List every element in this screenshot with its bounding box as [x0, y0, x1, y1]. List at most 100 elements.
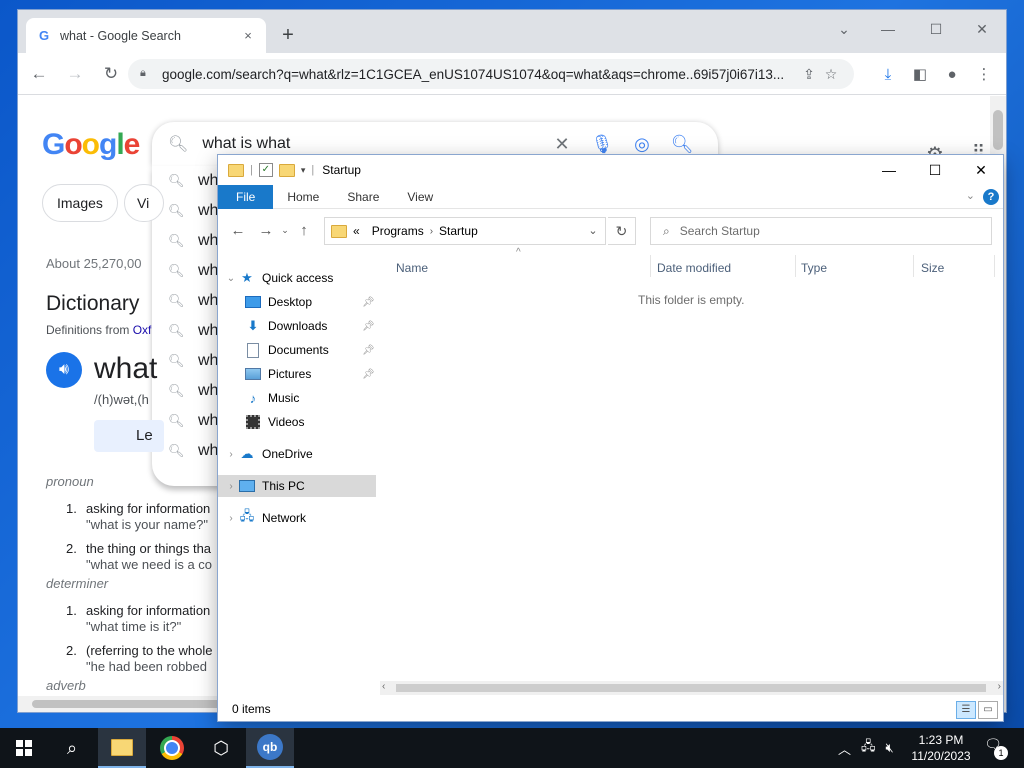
- share-icon[interactable]: ⇪: [798, 66, 820, 83]
- nav-music[interactable]: ♪ Music: [218, 387, 376, 409]
- nav-onedrive[interactable]: › ☁ OneDrive: [218, 443, 376, 465]
- explorer-search-box[interactable]: ⌕: [650, 217, 992, 245]
- ribbon-tab-share[interactable]: Share: [333, 185, 393, 209]
- taskbar-search-icon[interactable]: ⌕: [48, 728, 96, 768]
- back-button[interactable]: ←: [24, 59, 54, 89]
- google-logo[interactable]: Google: [42, 128, 140, 162]
- taskbar-cube-app-icon[interactable]: ⬡: [197, 728, 245, 768]
- explorer-minimize-button[interactable]: —: [866, 155, 912, 185]
- address-bar[interactable]: 🔒︎ google.com/search?q=what&rlz=1C1GCEA_…: [128, 59, 854, 89]
- breadcrumb-separator-icon[interactable]: ›: [430, 226, 433, 237]
- folder-icon: [331, 224, 347, 238]
- properties-check-icon[interactable]: ✓: [258, 163, 273, 177]
- up-button[interactable]: ↑: [292, 222, 316, 239]
- nav-network[interactable]: › 🖧︎ Network: [218, 507, 376, 529]
- bookmark-star-icon[interactable]: ☆: [820, 66, 842, 83]
- notification-center-icon[interactable]: 🗨︎ 1: [982, 736, 1008, 760]
- taskbar-clock[interactable]: 1:23 PM 11/20/2023: [904, 732, 978, 764]
- explorer-close-button[interactable]: ✕: [958, 155, 1003, 185]
- dictionary-heading: Dictionary: [46, 292, 140, 315]
- side-panel-icon[interactable]: ◧: [906, 61, 934, 89]
- expand-chevron-icon[interactable]: ›: [224, 513, 238, 524]
- nav-desktop[interactable]: Desktop 📌︎: [218, 291, 376, 313]
- chrome-tab[interactable]: G what - Google Search ×: [26, 18, 266, 53]
- pronounce-speaker-icon[interactable]: 🔊︎: [46, 352, 82, 388]
- taskbar-qbittorrent[interactable]: qb: [246, 728, 294, 768]
- star-icon: ★: [241, 270, 253, 285]
- ribbon-tab-view[interactable]: View: [393, 185, 447, 209]
- chrome-menu-icon[interactable]: ⋮: [970, 61, 998, 89]
- learn-to-pronounce-button[interactable]: Le: [94, 420, 164, 452]
- explorer-horizontal-scrollbar[interactable]: ‹ ›: [380, 681, 1003, 695]
- taskbar-file-explorer[interactable]: [98, 728, 146, 768]
- new-tab-button[interactable]: +: [276, 24, 300, 48]
- expand-ribbon-icon[interactable]: ⌄: [966, 189, 975, 202]
- collapse-chevron-icon[interactable]: ⌄: [224, 273, 238, 284]
- ribbon-tab-home[interactable]: Home: [273, 185, 333, 209]
- chrome-close-button[interactable]: ✕: [962, 16, 1002, 42]
- lens-camera-icon[interactable]: ◎: [622, 134, 662, 155]
- tab-close-icon[interactable]: ×: [240, 28, 256, 44]
- help-icon[interactable]: ?: [983, 189, 999, 205]
- customize-qat-dropdown-icon[interactable]: ▾: [301, 165, 306, 176]
- column-header-name[interactable]: Name: [396, 255, 650, 281]
- expand-chevron-icon[interactable]: ›: [224, 481, 238, 492]
- explorer-maximize-button[interactable]: ☐: [912, 155, 958, 185]
- chrome-tab-bar: G what - Google Search × + ⌄ — ☐ ✕: [18, 10, 1006, 53]
- explorer-address-bar[interactable]: « Programs › Startup: [324, 217, 606, 245]
- tab-search-chevron-icon[interactable]: ⌄: [824, 16, 864, 42]
- taskbar-chrome[interactable]: [148, 728, 196, 768]
- breadcrumb-programs[interactable]: Programs: [372, 224, 424, 238]
- column-header-date-modified[interactable]: Date modified: [657, 255, 795, 281]
- voice-search-icon[interactable]: 🎙︎: [582, 134, 622, 155]
- search-query-text[interactable]: what is what: [202, 135, 542, 153]
- tab-title: what - Google Search: [60, 28, 181, 43]
- nav-videos[interactable]: Videos: [218, 411, 376, 433]
- downloads-icon[interactable]: ⤓: [874, 61, 902, 89]
- scroll-right-icon[interactable]: ›: [998, 681, 1001, 692]
- breadcrumb-overflow[interactable]: «: [353, 224, 360, 238]
- chrome-minimize-button[interactable]: —: [868, 16, 908, 42]
- pin-icon: 📌︎: [362, 368, 375, 380]
- cloud-icon: ☁: [240, 446, 254, 461]
- nav-this-pc[interactable]: › This PC: [218, 475, 376, 497]
- nav-pictures[interactable]: Pictures 📌︎: [218, 363, 376, 385]
- forward-button[interactable]: →: [60, 59, 90, 89]
- explorer-forward-button[interactable]: →: [254, 222, 278, 239]
- refresh-button[interactable]: ↻: [608, 217, 636, 245]
- chrome-toolbar: ← → ↻ 🔒︎ google.com/search?q=what&rlz=1C…: [18, 53, 1006, 95]
- clear-search-icon[interactable]: ✕: [542, 134, 582, 155]
- explorer-search-input[interactable]: [679, 224, 960, 238]
- chrome-maximize-button[interactable]: ☐: [916, 16, 956, 42]
- filter-chip-videos[interactable]: Vi: [124, 184, 164, 222]
- quick-access-toolbar: | ✓ ▾ |: [228, 163, 314, 177]
- column-header-type[interactable]: Type: [801, 255, 913, 281]
- dictionary-word: what: [94, 352, 158, 385]
- volume-muted-icon[interactable]: 🔇︎: [886, 740, 894, 756]
- search-submit-icon[interactable]: 🔍︎: [662, 134, 702, 155]
- oxford-link[interactable]: Oxf: [133, 323, 152, 337]
- filter-chip-images[interactable]: Images: [42, 184, 118, 222]
- new-folder-icon[interactable]: [278, 163, 295, 177]
- search-icon: 🔍︎: [168, 136, 189, 153]
- show-hidden-icons-chevron-icon[interactable]: ︿: [838, 739, 851, 758]
- profile-avatar-icon[interactable]: ●: [938, 61, 966, 89]
- nav-documents[interactable]: Documents 📌︎: [218, 339, 376, 361]
- address-dropdown-icon[interactable]: ⌄: [582, 217, 604, 245]
- explorer-back-button[interactable]: ←: [226, 222, 250, 239]
- reload-button[interactable]: ↻: [96, 59, 126, 89]
- scroll-left-icon[interactable]: ‹: [382, 681, 385, 692]
- folder-icon: [228, 163, 244, 177]
- start-button[interactable]: [0, 728, 48, 768]
- network-status-icon[interactable]: 🖧︎: [861, 737, 876, 759]
- nav-downloads[interactable]: ⬇ Downloads 📌︎: [218, 315, 376, 337]
- file-explorer-icon: [111, 738, 133, 756]
- expand-chevron-icon[interactable]: ›: [224, 449, 238, 460]
- large-icons-view-icon[interactable]: ▭: [978, 701, 998, 719]
- details-view-icon[interactable]: ☰: [956, 701, 976, 719]
- recent-locations-icon[interactable]: ⌄: [278, 225, 292, 236]
- breadcrumb-startup[interactable]: Startup: [439, 224, 478, 238]
- column-header-size[interactable]: Size: [921, 255, 991, 281]
- ribbon-tab-file[interactable]: File: [218, 184, 274, 209]
- nav-quick-access[interactable]: ⌄ ★ Quick access: [218, 267, 376, 289]
